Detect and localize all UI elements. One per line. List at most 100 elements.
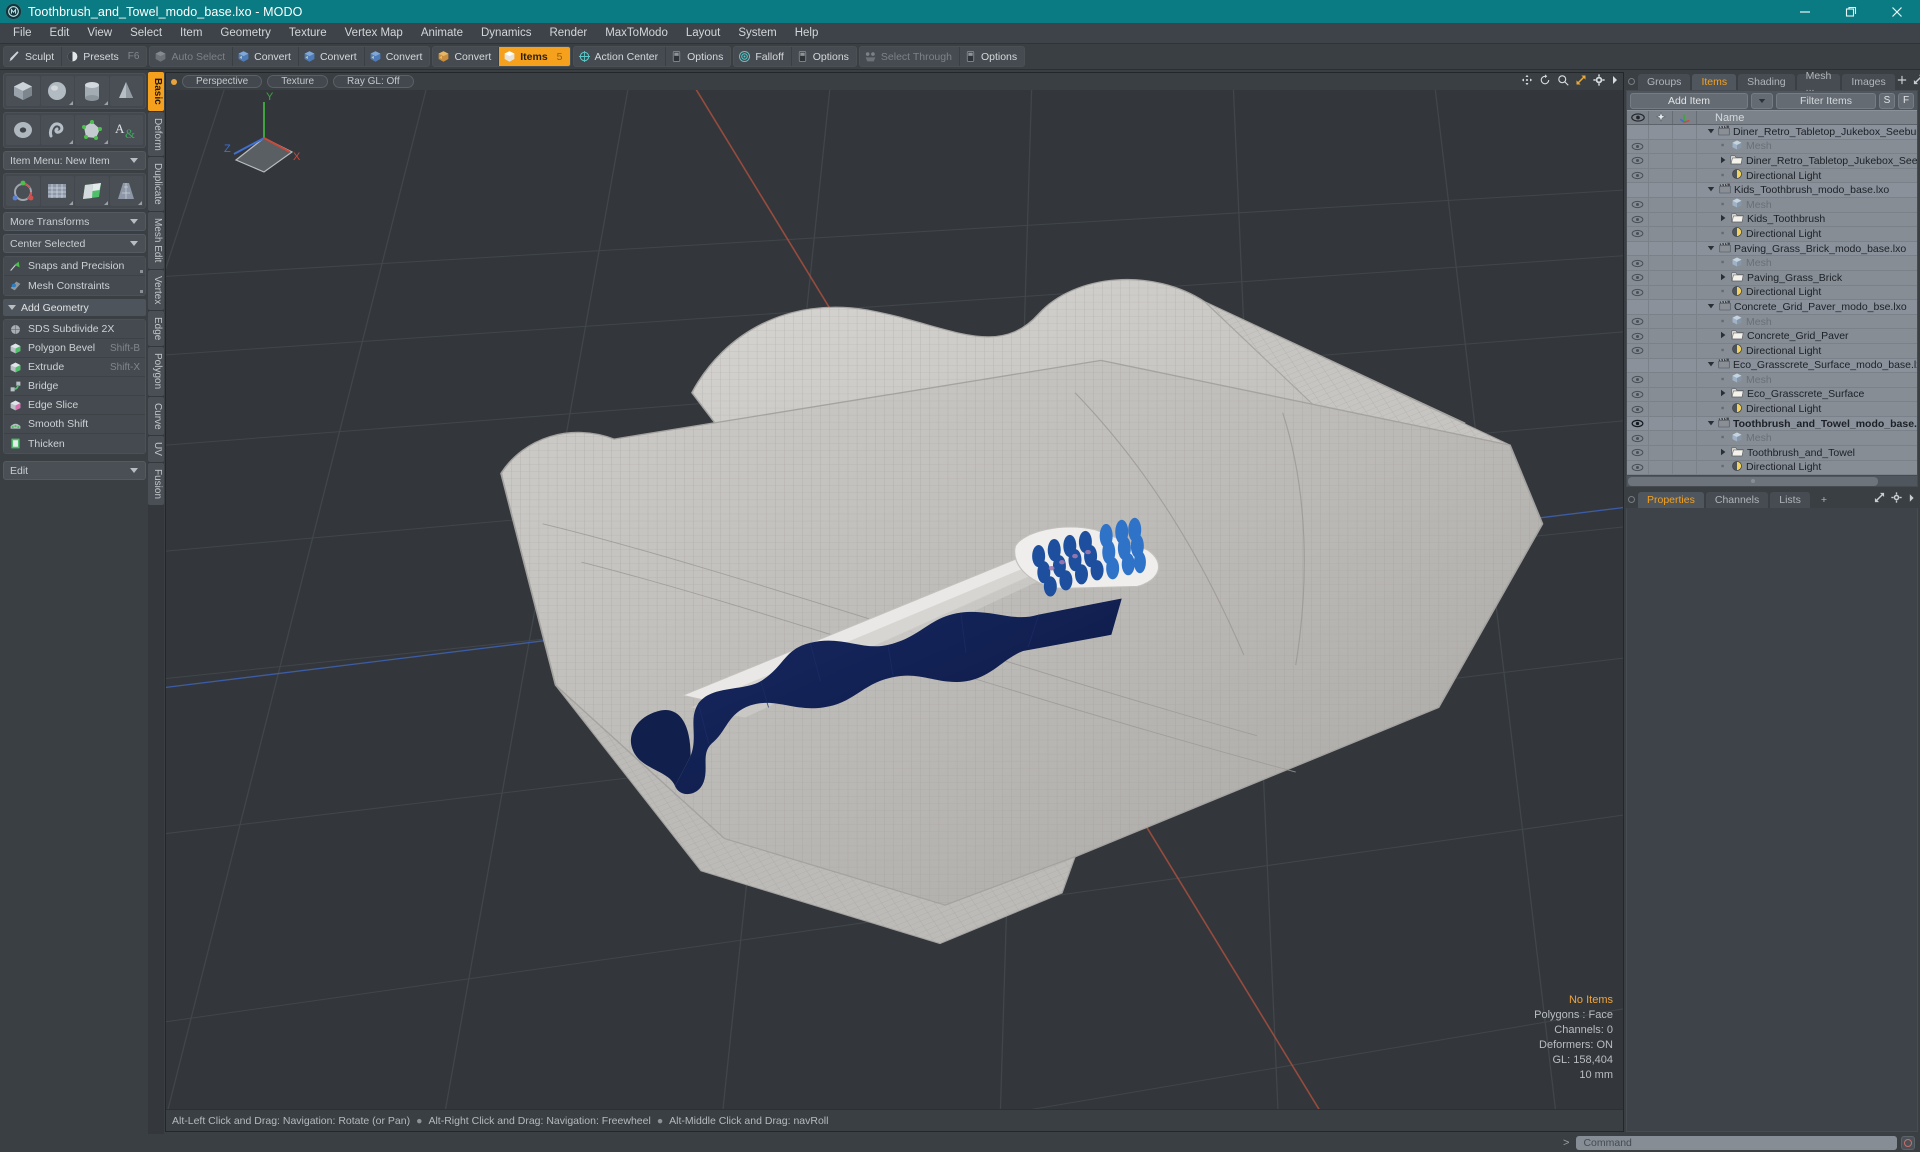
smooth-shift-button[interactable]: Smooth Shift xyxy=(4,415,145,434)
item-name-cell[interactable]: Kids_Toothbrush_modo_base.lxo xyxy=(1697,183,1917,197)
item-transform-cell[interactable] xyxy=(1673,154,1697,168)
convert-button-1[interactable]: Convert xyxy=(233,47,299,66)
item-visibility-toggle[interactable] xyxy=(1627,402,1649,416)
item-name-cell[interactable]: Concrete_Grid_Paver xyxy=(1697,329,1917,343)
auto-select-button[interactable]: Auto Select xyxy=(150,47,234,66)
item-tree-row[interactable]: Kids_Toothbrush xyxy=(1627,212,1917,228)
item-visibility-toggle[interactable] xyxy=(1627,125,1649,139)
menu-help[interactable]: Help xyxy=(786,25,828,41)
command-input[interactable]: Command xyxy=(1576,1136,1897,1150)
item-visibility-toggle[interactable] xyxy=(1627,460,1649,475)
fit-icon[interactable] xyxy=(1575,73,1587,91)
text-primitive-button[interactable]: A & xyxy=(109,115,143,145)
item-lock-cell[interactable] xyxy=(1649,402,1673,416)
item-twisty-icon[interactable] xyxy=(1719,432,1728,444)
item-lock-cell[interactable] xyxy=(1649,270,1673,285)
transform-tool-button[interactable] xyxy=(6,176,40,206)
convert-button-4[interactable]: Convert xyxy=(433,47,500,66)
item-twisty-icon[interactable] xyxy=(1719,140,1728,152)
item-transform-cell[interactable] xyxy=(1673,329,1697,343)
menu-system[interactable]: System xyxy=(729,25,785,41)
item-visibility-toggle[interactable] xyxy=(1627,256,1649,270)
item-name-cell[interactable]: Diner_Retro_Tabletop_Jukebox_Seeburg_ ..… xyxy=(1697,125,1917,139)
item-transform-cell[interactable] xyxy=(1673,183,1697,197)
vtab-fusion[interactable]: Fusion xyxy=(148,463,164,506)
item-visibility-toggle[interactable] xyxy=(1627,168,1649,183)
item-transform-cell[interactable] xyxy=(1673,227,1697,241)
item-lock-cell[interactable] xyxy=(1649,183,1673,197)
item-lock-cell[interactable] xyxy=(1649,300,1673,314)
item-tree-row[interactable]: Mesh xyxy=(1627,314,1917,330)
move-icon[interactable] xyxy=(1521,73,1533,91)
item-tree-row[interactable]: Toothbrush_and_Towel xyxy=(1627,446,1917,461)
taper-tool-button[interactable] xyxy=(109,176,143,206)
panel-pin-icon[interactable] xyxy=(1628,78,1635,85)
menu-view[interactable]: View xyxy=(78,25,121,41)
items-mode-button[interactable]: Items 5 xyxy=(499,47,570,66)
snaps-and-precision-button[interactable]: Snaps and Precision xyxy=(4,257,145,276)
expand-icon[interactable] xyxy=(1874,490,1885,508)
vtab-edge[interactable]: Edge xyxy=(148,311,164,347)
expand-icon[interactable] xyxy=(1913,72,1920,90)
viewport-projection-button[interactable]: Perspective xyxy=(182,75,263,88)
item-tree-row[interactable]: Paving_Grass_Brick_modo_base.lxo xyxy=(1627,241,1917,257)
item-lock-cell[interactable] xyxy=(1649,197,1673,212)
thicken-button[interactable]: Thicken xyxy=(4,434,145,453)
item-tree-row[interactable]: Directional Light xyxy=(1627,168,1917,184)
item-name-cell[interactable]: Kids_Toothbrush xyxy=(1697,212,1917,226)
item-lock-cell[interactable] xyxy=(1649,329,1673,343)
item-twisty-icon[interactable] xyxy=(1707,301,1716,313)
cylinder-primitive-button[interactable] xyxy=(75,76,109,106)
menu-render[interactable]: Render xyxy=(540,25,596,41)
item-visibility-toggle[interactable] xyxy=(1627,183,1649,197)
item-twisty-icon[interactable] xyxy=(1719,155,1727,167)
select-through-button[interactable]: Select Through xyxy=(860,47,960,66)
item-lock-cell[interactable] xyxy=(1649,241,1673,256)
tab-images[interactable]: Images xyxy=(1842,74,1895,90)
filter-f-button[interactable]: F xyxy=(1898,92,1914,109)
gear-icon[interactable] xyxy=(1891,490,1902,508)
add-tab-icon[interactable] xyxy=(1897,72,1907,90)
more-transforms-dropdown[interactable]: More Transforms xyxy=(3,212,146,231)
tab-channels[interactable]: Channels xyxy=(1705,492,1769,509)
item-name-cell[interactable]: Paving_Grass_Brick_modo_base.lxo xyxy=(1697,242,1917,256)
item-lock-cell[interactable] xyxy=(1649,416,1673,431)
item-lock-cell[interactable] xyxy=(1649,285,1673,300)
item-lock-cell[interactable] xyxy=(1649,431,1673,446)
tab-groups[interactable]: Groups xyxy=(1638,74,1691,90)
sphere-primitive-button[interactable] xyxy=(40,76,74,106)
item-name-cell[interactable]: Directional Light xyxy=(1697,285,1917,300)
item-twisty-icon[interactable] xyxy=(1719,170,1728,182)
item-visibility-toggle[interactable] xyxy=(1627,154,1649,168)
extrude-button[interactable]: Extrude Shift-X xyxy=(4,358,145,377)
item-name-cell[interactable]: Toothbrush_and_Towel_modo_base... xyxy=(1697,417,1917,431)
item-tree-row[interactable]: Concrete_Grid_Paver xyxy=(1627,329,1917,344)
filter-items-input[interactable]: Filter Items xyxy=(1776,92,1876,109)
item-tree-list[interactable]: Diner_Retro_Tabletop_Jukebox_Seeburg_ ..… xyxy=(1627,125,1917,476)
torus-primitive-button[interactable] xyxy=(6,115,40,145)
item-visibility-toggle[interactable] xyxy=(1627,139,1649,154)
item-tree-row[interactable]: Mesh xyxy=(1627,139,1917,155)
polygon-primitive-button[interactable] xyxy=(75,115,109,145)
item-lock-cell[interactable] xyxy=(1649,227,1673,241)
item-twisty-icon[interactable] xyxy=(1719,228,1728,240)
item-name-cell[interactable]: Mesh xyxy=(1697,372,1917,387)
item-visibility-toggle[interactable] xyxy=(1627,197,1649,212)
item-name-cell[interactable]: Directional Light xyxy=(1697,343,1917,358)
item-twisty-icon[interactable] xyxy=(1707,126,1715,138)
tab-mesh[interactable]: Mesh ... xyxy=(1796,70,1841,94)
item-twisty-icon[interactable] xyxy=(1719,447,1728,459)
item-transform-cell[interactable] xyxy=(1673,314,1697,329)
item-twisty-icon[interactable] xyxy=(1707,359,1715,371)
minimize-button[interactable] xyxy=(1782,0,1828,23)
item-transform-cell[interactable] xyxy=(1673,373,1697,387)
item-transform-cell[interactable] xyxy=(1673,431,1697,446)
item-tree-row[interactable]: Directional Light xyxy=(1627,460,1917,476)
menu-layout[interactable]: Layout xyxy=(677,25,730,41)
item-tree-row[interactable]: Directional Light xyxy=(1627,343,1917,359)
tab-shading[interactable]: Shading xyxy=(1738,74,1795,90)
item-transform-cell[interactable] xyxy=(1673,125,1697,139)
item-transform-cell[interactable] xyxy=(1673,416,1697,431)
falloff-options-button[interactable]: Options xyxy=(792,47,856,66)
item-visibility-toggle[interactable] xyxy=(1627,285,1649,300)
